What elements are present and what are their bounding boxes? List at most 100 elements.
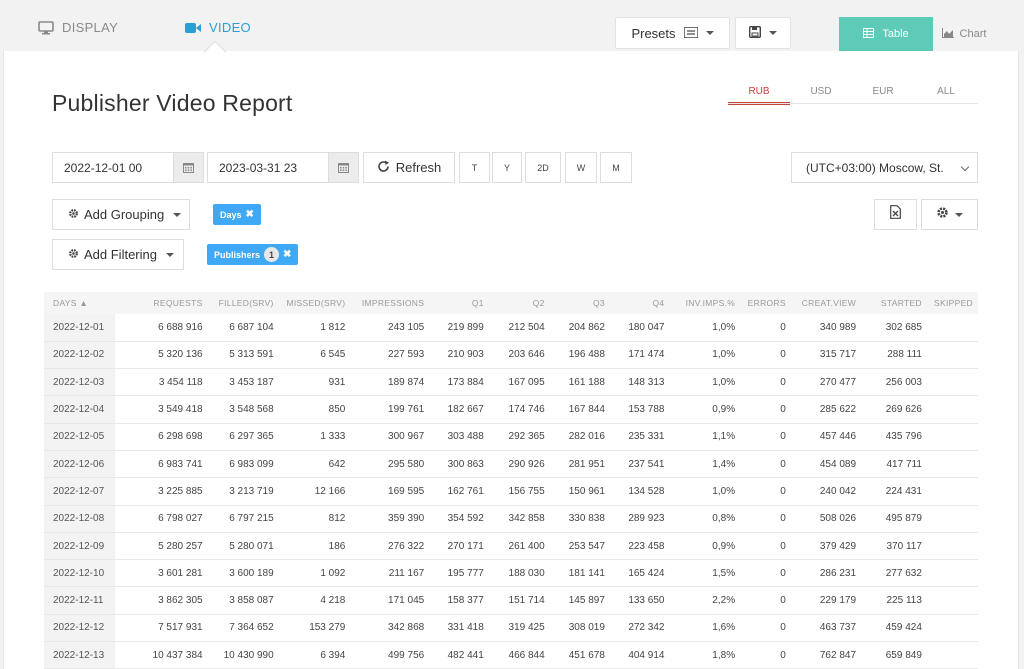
table-cell: 0 [740, 614, 791, 643]
report-table: DAYS ▲ REQUESTS FILLED(SRV) MISSED(SRV) IMPR… [44, 292, 978, 669]
table-header-row: DAYS ▲ REQUESTS FILLED(SRV) MISSED(SRV) IMPR… [44, 292, 978, 314]
refresh-button[interactable]: Refresh [363, 152, 455, 183]
presets-button[interactable]: Presets [615, 17, 730, 49]
period-today-button[interactable]: T [459, 152, 490, 183]
table-cell: 203 646 [488, 341, 550, 370]
tab-display[interactable]: DISPLAY [38, 20, 118, 35]
column-header[interactable]: SKIPPED [926, 292, 978, 314]
video-camera-icon [185, 22, 201, 34]
table-cell: 1,5% [669, 559, 741, 588]
tab-video-label: VIDEO [209, 20, 251, 35]
column-header[interactable]: STARTED [861, 292, 927, 314]
table-cell: 300 863 [429, 450, 489, 479]
table-cell: 169 595 [350, 477, 430, 506]
table-row: 2022-12-08 6 798 027 6 797 215 812 359 390 35… [44, 505, 978, 533]
table-cell: 145 897 [549, 586, 610, 615]
table-cell: 457 446 [790, 423, 862, 451]
tab-video[interactable]: VIDEO [185, 20, 251, 35]
caret-down-icon [173, 212, 182, 217]
table-row: 2022-12-07 3 225 885 3 213 719 12 166 169 59… [44, 477, 978, 506]
period-week-button[interactable]: W [565, 152, 597, 183]
table-cell: 850 [278, 395, 351, 424]
add-filtering-button[interactable]: Add Filtering [52, 239, 184, 270]
table-cell: 330 838 [549, 505, 610, 533]
table-cell: 2022-12-08 [44, 505, 116, 533]
date-from-field[interactable]: 2022-12-01 00 [52, 152, 204, 183]
table-cell: 499 756 [350, 641, 430, 669]
date-to-value: 2023-03-31 23 [219, 160, 298, 175]
table-cell: 1,0% [669, 368, 741, 397]
table-cell: 2022-12-09 [44, 532, 116, 561]
table-cell: 0 [740, 368, 791, 397]
table-cell: 6 394 [278, 641, 351, 669]
table-cell: 812 [278, 505, 351, 533]
table-cell: 0,9% [669, 532, 741, 561]
chart-view-button[interactable]: Chart [934, 17, 994, 51]
column-header[interactable]: Q3 [549, 292, 610, 314]
table-cell: 237 541 [609, 450, 670, 479]
presets-label: Presets [631, 25, 676, 41]
table-cell: 188 030 [488, 559, 550, 588]
table-cell [926, 314, 978, 342]
table-cell: 5 320 136 [115, 341, 208, 370]
column-header[interactable]: INV.IMPS.% [669, 292, 741, 314]
table-view-button[interactable]: Table [839, 17, 933, 51]
calendar-icon[interactable] [328, 153, 358, 182]
timezone-select[interactable]: (UTC+03:00) Moscow, St. [791, 152, 978, 183]
table-cell: 342 868 [350, 614, 430, 643]
column-header[interactable]: FILLED(SRV) [207, 292, 279, 314]
settings-button[interactable] [921, 199, 978, 230]
add-grouping-button[interactable]: Add Grouping [52, 199, 190, 230]
table-row: 2022-12-13 10 437 384 10 430 990 6 394 499 7… [44, 641, 978, 669]
period-month-button[interactable]: M [600, 152, 632, 183]
table-cell: 161 188 [549, 368, 610, 397]
filter-chip-publishers[interactable]: Publishers 1 ✖ [207, 244, 299, 265]
table-cell: 0 [740, 641, 791, 669]
table-cell [926, 586, 978, 615]
table-cell: 495 879 [861, 505, 927, 533]
table-cell: 0 [740, 532, 791, 561]
column-header[interactable]: DAYS ▲ [44, 292, 116, 314]
table-cell: 196 488 [549, 341, 610, 370]
table-cell: 2022-12-12 [44, 614, 116, 643]
table-cell [926, 559, 978, 588]
table-cell: 463 737 [790, 614, 862, 643]
table-cell: 6 545 [278, 341, 351, 370]
caret-down-icon [955, 212, 963, 217]
column-header[interactable]: MISSED(SRV) [278, 292, 351, 314]
refresh-label: Refresh [395, 160, 442, 175]
list-icon [682, 25, 699, 41]
export-excel-button[interactable] [874, 199, 917, 230]
table-view-label: Table [882, 28, 909, 40]
column-header[interactable]: Q2 [488, 292, 550, 314]
period-2days-button[interactable]: 2D [525, 152, 561, 183]
table-cell [926, 614, 978, 643]
grouping-chip-days[interactable]: Days ✖ [213, 204, 261, 225]
remove-icon[interactable]: ✖ [246, 209, 254, 220]
chart-view-label: Chart [959, 28, 987, 40]
table-cell: 7 517 931 [115, 614, 208, 643]
table-cell: 3 213 719 [207, 477, 279, 506]
table-cell: 270 171 [429, 532, 489, 561]
column-header[interactable]: REQUESTS [115, 292, 208, 314]
table-cell: 0 [740, 477, 791, 506]
column-header[interactable]: ERRORS [740, 292, 791, 314]
calendar-icon[interactable] [173, 153, 203, 182]
column-header[interactable]: Q1 [429, 292, 489, 314]
table-cell: 261 400 [488, 532, 550, 561]
column-header[interactable]: Q4 [609, 292, 670, 314]
table-cell: 272 342 [609, 614, 670, 643]
table-cell: 150 961 [549, 477, 610, 506]
filter-count-badge: 1 [264, 247, 280, 262]
table-cell: 180 047 [609, 314, 670, 342]
date-to-field[interactable]: 2023-03-31 23 [207, 152, 359, 183]
column-header[interactable]: CREAT.VIEW [790, 292, 862, 314]
table-cell: 165 424 [609, 559, 670, 588]
save-button[interactable] [735, 17, 791, 49]
remove-icon[interactable]: ✖ [283, 249, 291, 260]
table-cell: 435 796 [861, 423, 927, 451]
column-header[interactable]: IMPRESSIONS [350, 292, 430, 314]
currency-tabs-divider [728, 103, 978, 104]
period-yesterday-button[interactable]: Y [492, 152, 522, 183]
table-cell: 3 858 087 [207, 586, 279, 615]
